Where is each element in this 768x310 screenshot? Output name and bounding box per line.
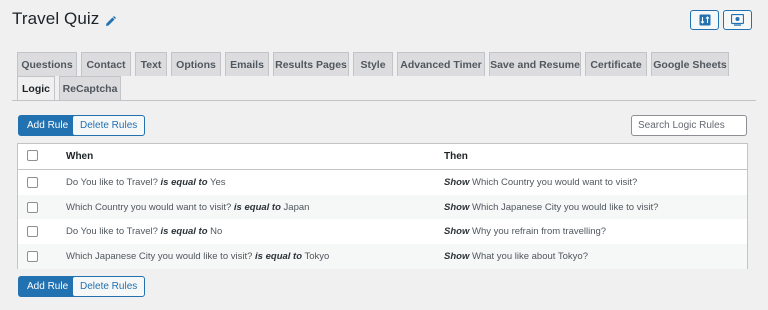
add-rule-button-bottom[interactable]: Add Rule: [18, 276, 78, 297]
preview-icon: [731, 14, 744, 26]
tab-save-and-resume[interactable]: Save and Resume: [489, 52, 581, 76]
then-target: Why you refrain from travelling?: [471, 226, 607, 238]
then-action: Show: [444, 201, 470, 213]
tab-questions[interactable]: Questions: [17, 52, 77, 76]
when-question: Which Country you would want to visit?: [66, 201, 232, 213]
when-operator: is equal to: [160, 226, 208, 238]
table-row[interactable]: Which Japanese City you would like to vi…: [18, 244, 747, 269]
then-cell: Show Which Country you would want to vis…: [444, 177, 637, 188]
row-checkbox[interactable]: [27, 250, 38, 262]
then-action: Show: [444, 176, 470, 188]
tabs-row-1: Questions Contact Text Options Emails Re…: [17, 52, 733, 76]
table-row[interactable]: Do You like to Travel? is equal to No Sh…: [18, 219, 747, 244]
then-cell: Show Which Japanese City you would like …: [444, 202, 658, 213]
when-value: Yes: [210, 176, 226, 188]
logic-rules-table: When Then Do You like to Travel? is equa…: [17, 143, 748, 269]
tab-contact[interactable]: Contact: [81, 52, 131, 76]
when-value: Japan: [283, 201, 310, 213]
when-cell: Which Japanese City you would like to vi…: [66, 251, 329, 262]
tab-advanced-timer[interactable]: Advanced Timer: [397, 52, 485, 76]
title-row: Travel Quiz: [12, 9, 117, 29]
column-when: When: [66, 151, 94, 162]
table-header: When Then: [18, 144, 747, 170]
tab-logic[interactable]: Logic: [17, 76, 55, 101]
when-cell: Do You like to Travel? is equal to No: [66, 226, 222, 237]
tab-google-sheets[interactable]: Google Sheets: [651, 52, 729, 76]
tab-certificate[interactable]: Certificate: [585, 52, 647, 76]
sort-button[interactable]: [690, 10, 719, 30]
when-operator: is equal to: [255, 250, 303, 262]
tab-style[interactable]: Style: [353, 52, 393, 76]
tab-recaptcha[interactable]: ReCaptcha: [59, 76, 121, 100]
then-cell: Show Why you refrain from travelling?: [444, 226, 606, 237]
when-cell: Do You like to Travel? is equal to Yes: [66, 177, 226, 188]
when-question: Do You like to Travel?: [66, 176, 158, 188]
when-value: Tokyo: [304, 250, 330, 262]
row-checkbox[interactable]: [27, 176, 38, 188]
delete-rules-button-bottom[interactable]: Delete Rules: [72, 276, 146, 297]
page-title: Travel Quiz: [12, 9, 100, 28]
preview-button[interactable]: [723, 10, 752, 30]
column-then: Then: [444, 151, 468, 162]
then-target: What you like about Tokyo?: [471, 250, 588, 262]
tabs-divider: [12, 100, 756, 101]
then-target: Which Country you would want to visit?: [471, 176, 638, 188]
tab-options[interactable]: Options: [171, 52, 221, 76]
row-checkbox[interactable]: [27, 226, 38, 238]
when-question: Which Japanese City you would like to vi…: [66, 250, 253, 262]
add-rule-button-top[interactable]: Add Rule: [18, 115, 78, 136]
when-question: Do You like to Travel?: [66, 226, 158, 238]
tab-emails[interactable]: Emails: [225, 52, 269, 76]
select-all-checkbox[interactable]: [27, 150, 38, 161]
tabs-row-2: Logic ReCaptcha: [17, 76, 125, 101]
when-value: No: [210, 226, 223, 238]
tab-text[interactable]: Text: [135, 52, 167, 76]
then-target: Which Japanese City you would like to vi…: [471, 201, 659, 213]
row-checkbox[interactable]: [27, 201, 38, 213]
table-row[interactable]: Do You like to Travel? is equal to Yes S…: [18, 170, 747, 195]
pencil-icon[interactable]: [105, 14, 117, 26]
when-cell: Which Country you would want to visit? i…: [66, 202, 309, 213]
then-cell: Show What you like about Tokyo?: [444, 251, 588, 262]
when-operator: is equal to: [160, 176, 208, 188]
delete-rules-button-top[interactable]: Delete Rules: [72, 115, 146, 136]
search-logic-rules-input[interactable]: [631, 115, 747, 136]
tab-results-pages[interactable]: Results Pages: [273, 52, 349, 76]
when-operator: is equal to: [233, 201, 281, 213]
table-row[interactable]: Which Country you would want to visit? i…: [18, 194, 747, 220]
then-action: Show: [444, 250, 470, 262]
then-action: Show: [444, 226, 470, 238]
sort-icon: [699, 14, 711, 26]
